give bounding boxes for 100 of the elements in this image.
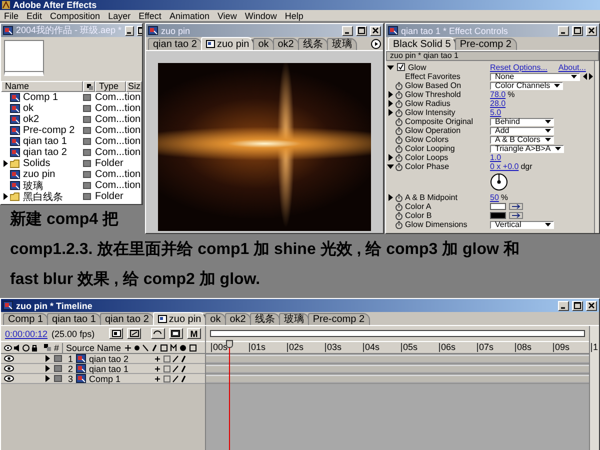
reset-link[interactable]: Reset Options...	[490, 62, 548, 72]
tab[interactable]: 线条	[298, 38, 328, 50]
tab[interactable]: 线条	[250, 313, 280, 325]
menu-item[interactable]: Layer	[108, 10, 131, 20]
stopwatch-icon[interactable]	[395, 90, 403, 98]
tab[interactable]: qian tao 2	[100, 313, 154, 325]
stopwatch-icon[interactable]	[395, 108, 403, 116]
menu-item[interactable]: Effect	[138, 10, 162, 20]
stopwatch-icon[interactable]	[395, 202, 403, 210]
item-name[interactable]: Comp 1	[23, 92, 81, 103]
layer-name[interactable]: qian tao 1	[89, 364, 151, 374]
layer-name[interactable]: qian tao 2	[89, 354, 151, 364]
dropdown[interactable]: A & B Colors	[490, 136, 554, 144]
item-name[interactable]: qian tao 2	[23, 147, 81, 158]
fx-checkbox[interactable]	[397, 63, 405, 71]
column-header[interactable]: Name	[1, 81, 83, 92]
expand-arrow-icon[interactable]	[387, 91, 394, 98]
motion-blur-button[interactable]: M	[186, 328, 201, 339]
scroll-bar[interactable]	[589, 326, 599, 450]
color-swatch[interactable]	[490, 212, 506, 219]
stopwatch-icon[interactable]	[395, 194, 403, 202]
minimize-button[interactable]	[558, 26, 569, 36]
layer-switches-icon[interactable]	[154, 364, 188, 372]
eye-icon[interactable]	[4, 375, 14, 382]
close-button[interactable]	[586, 300, 597, 310]
preset-arrows-icon[interactable]	[582, 73, 594, 80]
tab[interactable]: Pre-comp 2	[454, 38, 516, 50]
column-header[interactable]: Type	[95, 81, 126, 92]
close-button[interactable]	[370, 26, 381, 36]
dropdown[interactable]: Triangle A>B>A	[490, 144, 564, 152]
current-time[interactable]: 0:00:00:12	[5, 328, 48, 338]
stopwatch-icon[interactable]	[395, 144, 403, 152]
scroll-tabs-button[interactable]	[371, 39, 381, 49]
tab[interactable]: Black Solid 5	[388, 37, 456, 50]
layer-name[interactable]: Comp 1	[89, 374, 151, 384]
expand-arrow-icon[interactable]	[2, 193, 9, 200]
minimize-button[interactable]	[124, 26, 134, 36]
expand-arrow-icon[interactable]	[387, 109, 394, 116]
tab[interactable]: 玻璃	[278, 313, 309, 325]
label-column-header[interactable]	[83, 81, 95, 92]
column-header[interactable]: Siz	[126, 81, 142, 92]
angle-dial[interactable]	[490, 173, 508, 191]
value-link[interactable]: 0 x +0.0	[490, 162, 519, 171]
value-link[interactable]: 5.0	[490, 108, 502, 117]
minimize-button[interactable]	[558, 300, 569, 310]
toolbar-button[interactable]	[109, 328, 124, 339]
color-swatch[interactable]	[490, 203, 506, 210]
minimize-button[interactable]	[342, 26, 353, 36]
expand-arrow-icon[interactable]	[2, 160, 9, 167]
expand-arrow-icon[interactable]	[387, 100, 394, 107]
expand-arrow-icon[interactable]	[387, 64, 394, 70]
item-name[interactable]: qian tao 1	[23, 136, 81, 147]
item-name[interactable]: ok2	[23, 114, 81, 125]
close-button[interactable]	[586, 26, 597, 36]
about-link[interactable]: About...	[558, 62, 586, 72]
eye-icon[interactable]	[4, 355, 14, 362]
value-link[interactable]: 1.0	[490, 153, 502, 162]
stopwatch-icon[interactable]	[395, 136, 403, 144]
expand-arrow-icon[interactable]	[387, 194, 394, 201]
column-header[interactable]: #	[54, 342, 60, 352]
stopwatch-icon[interactable]	[395, 100, 403, 108]
menu-item[interactable]: View	[217, 10, 237, 20]
toolbar-button[interactable]	[150, 328, 165, 339]
tab[interactable]: ok2	[272, 38, 299, 50]
menu-item[interactable]: Help	[284, 10, 304, 20]
dropdown[interactable]: None	[490, 72, 580, 80]
dropdown[interactable]: Vertical	[490, 220, 554, 228]
dropdown[interactable]: Color Channels	[490, 82, 564, 90]
tab[interactable]: ok	[253, 38, 274, 50]
layer-switches-icon[interactable]	[154, 374, 188, 382]
stopwatch-icon[interactable]	[395, 118, 403, 126]
toolbar-button[interactable]	[168, 328, 183, 339]
stopwatch-icon[interactable]	[395, 220, 403, 228]
menu-item[interactable]: Window	[244, 10, 277, 20]
dropdown[interactable]: Behind	[490, 118, 554, 126]
item-name[interactable]: 黑白线条	[23, 190, 81, 204]
value-link[interactable]: 50	[490, 193, 499, 202]
tab[interactable]: zuo pin	[200, 37, 254, 50]
tab[interactable]: Pre-comp 2	[308, 313, 370, 325]
expand-arrow-icon[interactable]	[387, 163, 394, 170]
menu-item[interactable]: Edit	[26, 10, 42, 20]
toolbar-button[interactable]	[127, 328, 142, 339]
value-link[interactable]: 28.0	[490, 99, 506, 108]
menu-item[interactable]: Animation	[169, 10, 210, 20]
tab[interactable]: qian tao 1	[47, 313, 101, 325]
dropdown[interactable]: Add	[490, 126, 554, 134]
column-header[interactable]: Source Name	[62, 342, 122, 352]
tab[interactable]: Comp 1	[3, 313, 48, 325]
tab[interactable]: 玻璃	[326, 38, 357, 50]
current-time-indicator[interactable]	[226, 340, 234, 348]
layer-switches-icon[interactable]	[154, 354, 188, 362]
stopwatch-icon[interactable]	[395, 82, 403, 90]
item-name[interactable]: 玻璃	[23, 178, 81, 192]
tab[interactable]: ok2	[224, 313, 251, 325]
menu-item[interactable]: Composition	[50, 10, 100, 20]
work-area-bar[interactable]	[210, 330, 585, 337]
item-name[interactable]: zuo pin	[23, 169, 81, 180]
tab[interactable]: qian tao 2	[148, 38, 202, 50]
stopwatch-icon[interactable]	[395, 126, 403, 134]
stopwatch-icon[interactable]	[395, 154, 403, 162]
